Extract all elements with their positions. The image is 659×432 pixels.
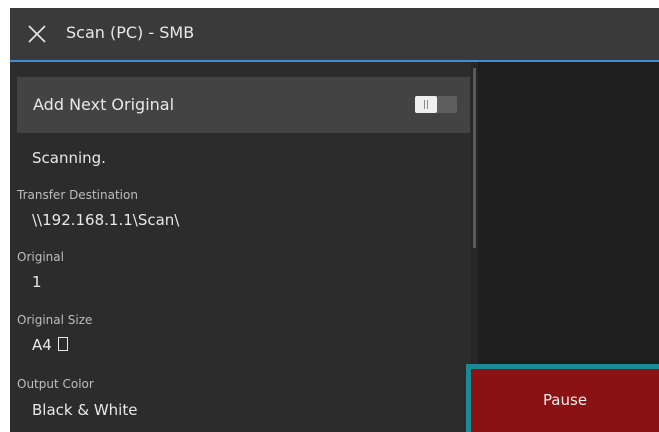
- transfer-destination-value: \\192.168.1.1\Scan\: [32, 211, 180, 229]
- scan-status: Scanning.: [32, 149, 106, 167]
- original-size-row: A4: [32, 334, 68, 356]
- title-bar: Scan (PC) - SMB: [10, 8, 659, 60]
- portrait-page-icon: [57, 337, 68, 351]
- toggle-knob: [415, 96, 437, 113]
- pause-button[interactable]: Pause: [466, 364, 659, 432]
- add-next-original-toggle[interactable]: [415, 96, 457, 113]
- original-value: 1: [32, 273, 42, 291]
- scrollbar[interactable]: [473, 68, 476, 248]
- output-color-value: Black & White: [32, 401, 138, 419]
- original-label: Original: [17, 250, 64, 264]
- output-color-label: Output Color: [17, 377, 94, 391]
- original-size-label: Original Size: [17, 313, 93, 327]
- transfer-destination-label: Transfer Destination: [17, 188, 138, 202]
- job-details-panel: Add Next Original Scanning. Transfer Des…: [10, 62, 471, 432]
- pause-button-label: Pause: [471, 369, 659, 432]
- add-next-original-row[interactable]: Add Next Original: [17, 77, 470, 133]
- scan-screen: Scan (PC) - SMB Add Next Original Scanni…: [10, 8, 659, 432]
- close-icon[interactable]: [26, 23, 48, 45]
- original-size-value: A4: [32, 336, 52, 354]
- add-next-original-label: Add Next Original: [33, 95, 175, 114]
- page-title: Scan (PC) - SMB: [66, 23, 195, 42]
